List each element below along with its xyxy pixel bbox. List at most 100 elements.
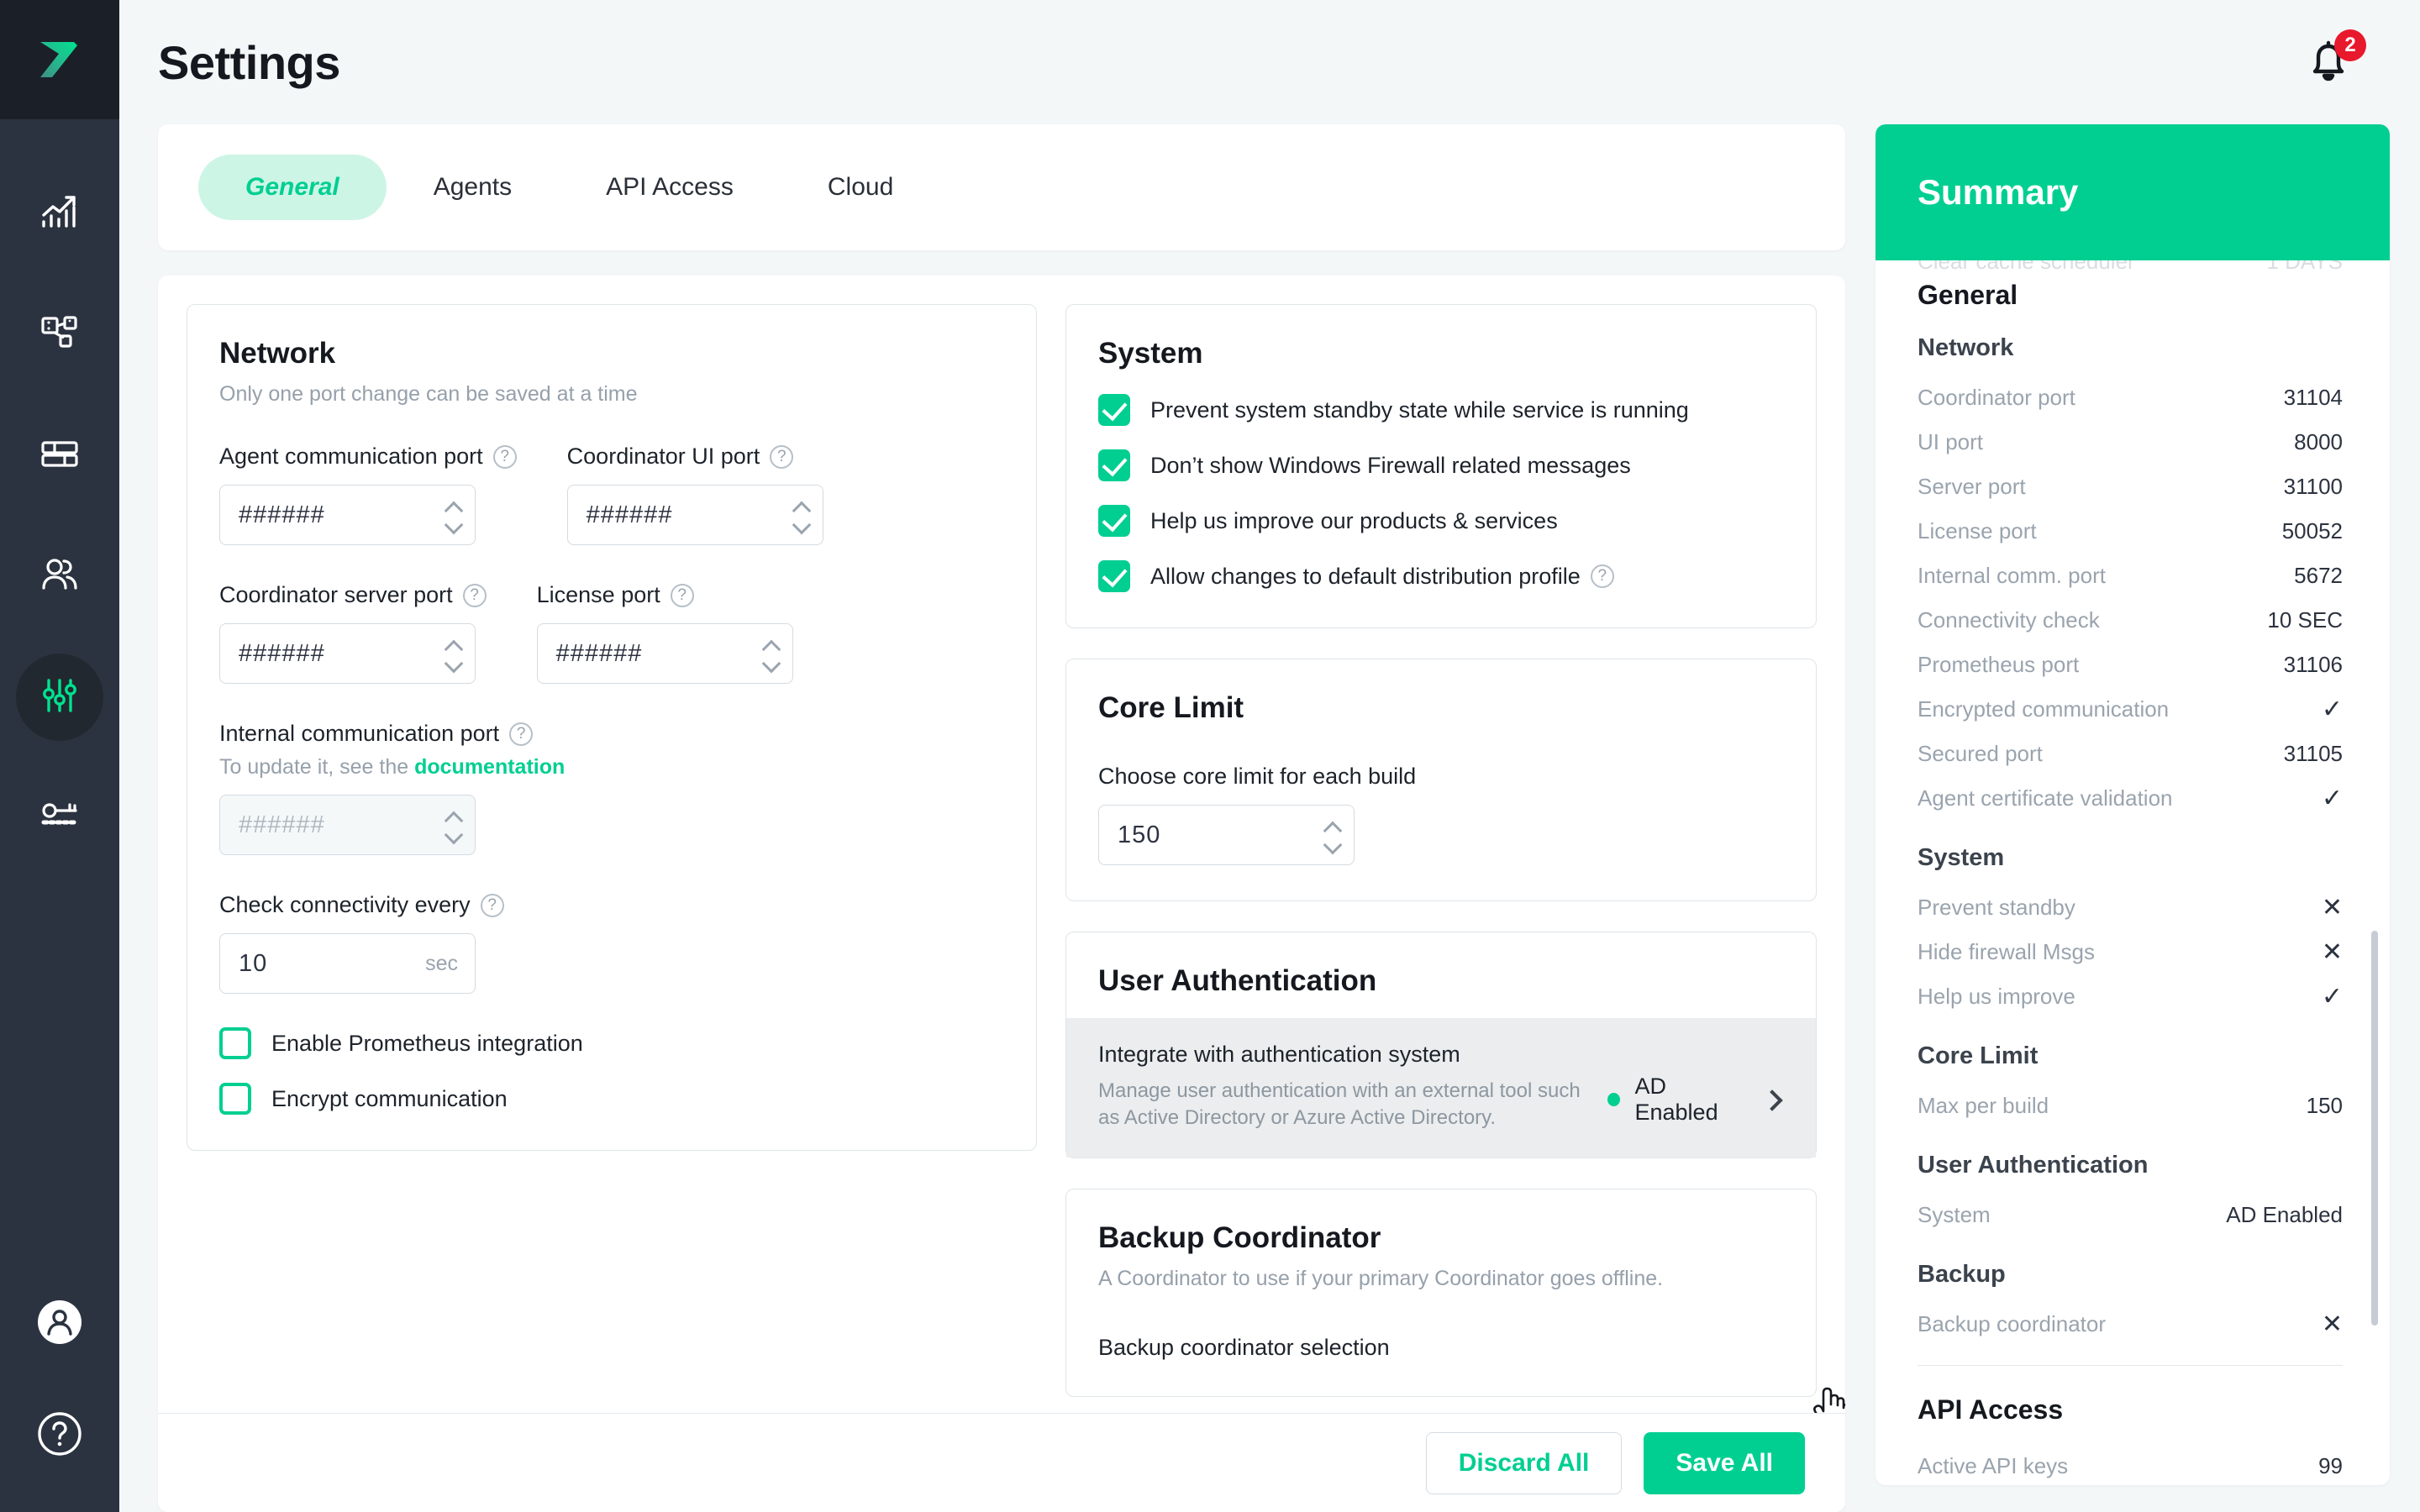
core-limit-stepper[interactable] (1323, 822, 1342, 848)
backup-selection-label: Backup coordinator selection (1098, 1335, 1784, 1361)
chevron-down-icon[interactable] (445, 828, 463, 838)
chevron-down-icon[interactable] (445, 657, 463, 667)
license-port-stepper[interactable] (762, 641, 781, 667)
encrypt-checkbox-row[interactable]: Encrypt communication (219, 1083, 1004, 1115)
coordinator-ui-port-input[interactable]: ###### (567, 485, 823, 545)
hide-firewall-checkbox[interactable] (1098, 449, 1130, 481)
sidebar-item-users[interactable] (16, 533, 103, 620)
chevron-up-icon[interactable] (445, 812, 463, 822)
internal-communication-port-field: Internal communication port ? To update … (219, 721, 1004, 855)
summary-row: Active API keys99 (1918, 1444, 2343, 1485)
core-limit-value: 150 (1118, 822, 1323, 849)
chevron-up-icon[interactable] (792, 502, 811, 512)
status-badge: AD Enabled (1635, 1074, 1749, 1126)
auth-status-block[interactable]: AD Enabled (1607, 1074, 1779, 1126)
allow-distribution-checkbox[interactable] (1098, 560, 1130, 592)
help-improve-checkbox[interactable] (1098, 505, 1130, 537)
summary-core-title: Core Limit (1918, 1042, 2343, 1070)
license-port-input[interactable]: ###### (537, 623, 793, 684)
coordinator-server-port-input[interactable]: ###### (219, 623, 476, 684)
settings-column: General Agents API Access Cloud Network … (158, 124, 1845, 1512)
summary-panel: Clear cache scheduler 1 DAYS Summary Gen… (1876, 124, 2390, 1485)
sidebar-item-dashboard[interactable] (16, 412, 103, 499)
summary-row: Server port31100 (1918, 465, 2343, 509)
tab-api-access[interactable]: API Access (559, 155, 781, 220)
sidebar-item-settings[interactable] (16, 654, 103, 741)
sidebar-item-analytics[interactable] (16, 170, 103, 257)
documentation-link[interactable]: documentation (414, 755, 565, 779)
system-options: Prevent system standby state while servi… (1098, 394, 1784, 592)
agent-port-label: Agent communication port ? (219, 444, 517, 470)
chevron-right-icon[interactable] (1763, 1091, 1779, 1108)
prometheus-label: Enable Prometheus integration (271, 1031, 583, 1057)
help-icon[interactable]: ? (1591, 564, 1614, 588)
summary-row: Encrypted communication✓ (1918, 687, 2343, 732)
chevron-up-icon[interactable] (1323, 822, 1342, 832)
chevron-up-icon[interactable] (762, 641, 781, 651)
summary-title: Summary (1918, 172, 2078, 213)
save-all-button[interactable]: Save All (1644, 1432, 1805, 1494)
coordinator-server-port-value: ###### (239, 640, 445, 668)
allow-distribution-label: Allow changes to default distribution pr… (1150, 564, 1614, 590)
chevron-up-icon[interactable] (445, 502, 463, 512)
system-option-row[interactable]: Don’t show Windows Firewall related mess… (1098, 449, 1784, 481)
chevron-down-icon[interactable] (762, 657, 781, 667)
summary-auth-title: User Authentication (1918, 1152, 2343, 1179)
core-limit-input[interactable]: 150 (1098, 805, 1355, 865)
agent-port-stepper[interactable] (445, 502, 463, 528)
account-avatar[interactable] (36, 1299, 83, 1350)
sidebar-item-workflows[interactable] (16, 291, 103, 378)
summary-api-title: API Access (1918, 1394, 2343, 1425)
prevent-standby-checkbox[interactable] (1098, 394, 1130, 426)
system-option-row[interactable]: Help us improve our products & services (1098, 505, 1784, 537)
workflow-nodes-icon (38, 311, 82, 359)
discard-all-button[interactable]: Discard All (1426, 1432, 1623, 1494)
prometheus-checkbox-row[interactable]: Enable Prometheus integration (219, 1027, 1004, 1059)
chevron-down-icon[interactable] (792, 518, 811, 528)
connectivity-input[interactable]: 10 sec (219, 933, 476, 994)
layout-grid-icon (38, 432, 82, 480)
internal-port-stepper[interactable] (445, 812, 463, 838)
sidebar-item-licenses[interactable] (16, 774, 103, 862)
help-icon[interactable]: ? (463, 584, 487, 607)
auth-integration-row[interactable]: Integrate with authentication system Man… (1066, 1018, 1816, 1158)
tab-general[interactable]: General (198, 155, 387, 220)
chevron-down-icon[interactable] (445, 518, 463, 528)
key-icon (38, 795, 82, 843)
prometheus-checkbox[interactable] (219, 1027, 251, 1059)
agent-port-input[interactable]: ###### (219, 485, 476, 545)
summary-scrollbar-thumb[interactable] (2371, 931, 2378, 1326)
hide-firewall-label: Don’t show Windows Firewall related mess… (1150, 453, 1631, 479)
encrypt-checkbox[interactable] (219, 1083, 251, 1115)
system-option-row[interactable]: Allow changes to default distribution pr… (1098, 560, 1784, 592)
internal-port-input[interactable]: ###### (219, 795, 476, 855)
help-icon[interactable]: ? (770, 445, 793, 469)
chevron-down-icon[interactable] (1323, 838, 1342, 848)
help-button[interactable] (36, 1410, 83, 1462)
network-title: Network (219, 337, 1004, 370)
port-row-2: Coordinator server port ? ###### (219, 582, 1004, 684)
tabs-bar: General Agents API Access Cloud (158, 124, 1845, 250)
system-option-row[interactable]: Prevent system standby state while servi… (1098, 394, 1784, 426)
internal-port-value: ###### (239, 811, 445, 839)
summary-row: Connectivity check10 SEC (1918, 598, 2343, 643)
tab-agents[interactable]: Agents (387, 155, 559, 220)
coordinator-ui-port-stepper[interactable] (792, 502, 811, 528)
help-icon[interactable]: ? (493, 445, 517, 469)
users-icon (38, 553, 82, 601)
chevron-up-icon[interactable] (445, 641, 463, 651)
license-port-value: ###### (556, 640, 762, 668)
core-limit-label: Choose core limit for each build (1098, 764, 1784, 790)
help-icon[interactable]: ? (509, 722, 533, 746)
help-icon[interactable]: ? (671, 584, 694, 607)
user-auth-title: User Authentication (1098, 964, 1784, 998)
summary-row: Help us improve✓ (1918, 974, 2343, 1019)
summary-row: Backup coordinator✕ (1918, 1302, 2343, 1347)
notifications-button[interactable]: 2 (2301, 33, 2360, 92)
help-icon[interactable]: ? (481, 894, 504, 917)
app-root: Settings 2 General Agents API Access Clo… (0, 0, 2420, 1512)
status-dot-icon (1607, 1093, 1620, 1106)
tab-cloud[interactable]: Cloud (781, 155, 940, 220)
coordinator-server-port-stepper[interactable] (445, 641, 463, 667)
brand-logo[interactable] (0, 0, 119, 119)
